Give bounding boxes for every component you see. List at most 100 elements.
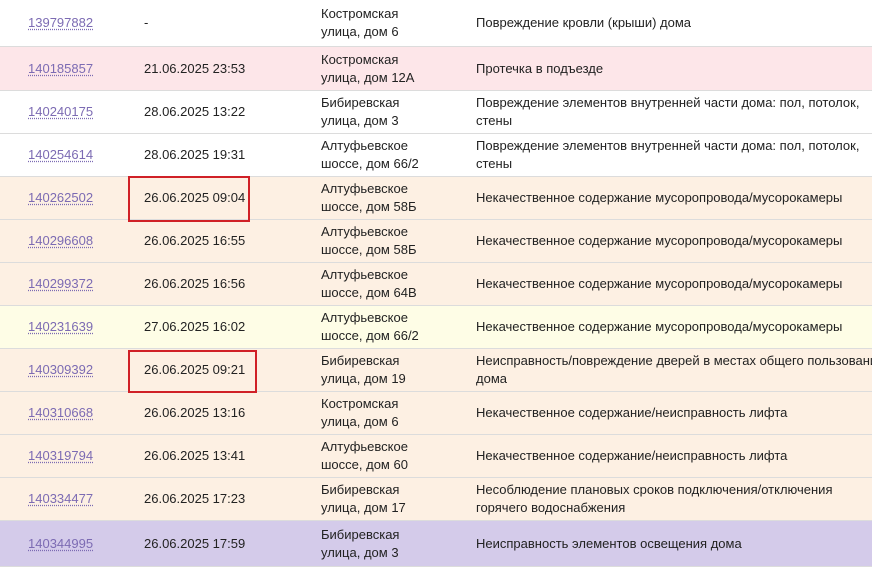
request-description: Неисправность/повреждение дверей в места… [476,352,872,388]
request-address: Алтуфьевское шоссе, дом 66/2 [321,137,456,173]
description-text: Некачественное содержание мусоропровода/… [476,319,843,334]
request-id-link[interactable]: 140299372 [28,275,93,293]
request-address: Костромская улица, дом 12А [321,51,456,87]
request-description: Повреждение кровли (крыши) дома [476,14,872,32]
address-line-2: улица, дом 12А [321,69,415,85]
request-address: Алтуфьевское шоссе, дом 58Б [321,223,456,259]
address-line-1: Алтуфьевское [321,267,408,282]
request-description: Некачественное содержание/неисправность … [476,404,872,422]
request-id-link[interactable]: 140262502 [28,189,93,207]
request-id-link[interactable]: 140296608 [28,232,93,250]
table-row: 140240175 28.06.2025 13:22 Бибиревская у… [0,91,872,134]
request-date: 26.06.2025 09:21 [144,362,246,377]
request-id-link[interactable]: 140344995 [28,535,93,553]
request-description: Некачественное содержание мусоропровода/… [476,318,872,336]
table-row: 140296608 26.06.2025 16:55 Алтуфьевское … [0,220,872,263]
address-line-1: Костромская [321,51,399,67]
request-date: 21.06.2025 23:53 [144,60,246,76]
request-address: Костромская улица, дом 6 [321,5,456,41]
table-row: 140334477 26.06.2025 17:23 Бибиревская у… [0,478,872,521]
request-address: Бибиревская улица, дом 17 [321,481,456,517]
request-id-link[interactable]: 140254614 [28,146,93,164]
request-address: Алтуфьевское шоссе, дом 58Б [321,180,456,216]
request-address: Алтуфьевское шоссе, дом 60 [321,438,456,474]
requests-table: 139797882 - Костромская улица, дом 6 Пов… [0,0,872,567]
address-line-1: Костромская [321,396,399,411]
request-description: Некачественное содержание мусоропровода/… [476,189,872,207]
request-date: 26.06.2025 16:56 [144,276,246,291]
description-text: Несоблюдение плановых сроков подключения… [476,482,833,515]
request-date: - [144,15,149,30]
request-address: Бибиревская улица, дом 3 [321,526,456,562]
description-text: Некачественное содержание/неисправность … [476,405,788,420]
description-text: Повреждение элементов внутренней части д… [476,138,860,171]
table-row: 140231639 27.06.2025 16:02 Алтуфьевское … [0,306,872,349]
description-text: Повреждение кровли (крыши) дома [476,15,692,30]
address-line-2: улица, дом 3 [321,544,399,560]
request-id-link[interactable]: 140231639 [28,318,93,336]
table-row: 140319794 26.06.2025 13:41 Алтуфьевское … [0,435,872,478]
address-line-2: улица, дом 6 [321,24,399,39]
description-text: Некачественное содержание мусоропровода/… [476,233,843,248]
table-row: 140344995 26.06.2025 17:59 Бибиревская у… [0,521,872,567]
request-id-link[interactable]: 140240175 [28,103,93,121]
description-text: Неисправность/повреждение дверей в места… [476,353,872,386]
request-date: 26.06.2025 13:16 [144,405,246,420]
address-line-1: Бибиревская [321,482,400,497]
request-description: Некачественное содержание/неисправность … [476,447,872,465]
address-line-1: Алтуфьевское [321,181,408,196]
request-description: Несоблюдение плановых сроков подключения… [476,481,872,517]
request-description: Некачественное содержание мусоропровода/… [476,275,872,293]
address-line-2: улица, дом 17 [321,500,406,515]
request-date: 28.06.2025 13:22 [144,104,246,119]
request-date: 28.06.2025 19:31 [144,147,246,162]
address-line-2: шоссе, дом 66/2 [321,156,419,171]
request-date: 26.06.2025 09:04 [144,190,246,205]
description-text: Повреждение элементов внутренней части д… [476,95,860,128]
address-line-2: улица, дом 6 [321,414,399,429]
address-line-2: шоссе, дом 58Б [321,199,417,214]
request-date: 26.06.2025 13:41 [144,448,246,463]
request-address: Алтуфьевское шоссе, дом 66/2 [321,309,456,345]
address-line-2: шоссе, дом 64В [321,285,417,300]
request-id-link[interactable]: 139797882 [28,14,93,32]
request-address: Бибиревская улица, дом 3 [321,94,456,130]
request-id-link[interactable]: 140334477 [28,490,93,508]
request-date: 26.06.2025 17:23 [144,491,246,506]
table-row: 140309392 26.06.2025 09:21 Бибиревская у… [0,349,872,392]
request-address: Бибиревская улица, дом 19 [321,352,456,388]
request-address: Костромская улица, дом 6 [321,395,456,431]
address-line-2: шоссе, дом 66/2 [321,328,419,343]
request-id-link[interactable]: 140319794 [28,447,93,465]
table-row: 140310668 26.06.2025 13:16 Костромская у… [0,392,872,435]
address-line-1: Алтуфьевское [321,439,408,454]
table-row: 139797882 - Костромская улица, дом 6 Пов… [0,0,872,47]
description-text: Некачественное содержание/неисправность … [476,448,788,463]
address-line-2: улица, дом 3 [321,113,399,128]
request-date: 26.06.2025 17:59 [144,535,246,551]
request-description: Неисправность элементов освещения дома [476,535,872,553]
description-text: Протечка в подъезде [476,60,604,76]
address-line-1: Бибиревская [321,353,400,368]
address-line-1: Алтуфьевское [321,138,408,153]
request-id-link[interactable]: 140309392 [28,361,93,379]
table-row: 140185857 21.06.2025 23:53 Костромская у… [0,47,872,91]
description-text: Некачественное содержание мусоропровода/… [476,276,843,291]
address-line-1: Бибиревская [321,526,400,542]
table-row: 140254614 28.06.2025 19:31 Алтуфьевское … [0,134,872,177]
request-address: Алтуфьевское шоссе, дом 64В [321,266,456,302]
description-text: Некачественное содержание мусоропровода/… [476,190,843,205]
address-line-2: улица, дом 19 [321,371,406,386]
table-row: 140299372 26.06.2025 16:56 Алтуфьевское … [0,263,872,306]
description-text: Неисправность элементов освещения дома [476,535,742,551]
address-line-1: Костромская [321,6,399,21]
address-line-2: шоссе, дом 58Б [321,242,417,257]
request-description: Некачественное содержание мусоропровода/… [476,232,872,250]
request-id-link[interactable]: 140310668 [28,404,93,422]
request-id-link[interactable]: 140185857 [28,60,93,78]
request-description: Повреждение элементов внутренней части д… [476,94,872,130]
request-description: Повреждение элементов внутренней части д… [476,137,872,173]
table-row: 140262502 26.06.2025 09:04 Алтуфьевское … [0,177,872,220]
request-date: 26.06.2025 16:55 [144,233,246,248]
address-line-2: шоссе, дом 60 [321,457,408,472]
